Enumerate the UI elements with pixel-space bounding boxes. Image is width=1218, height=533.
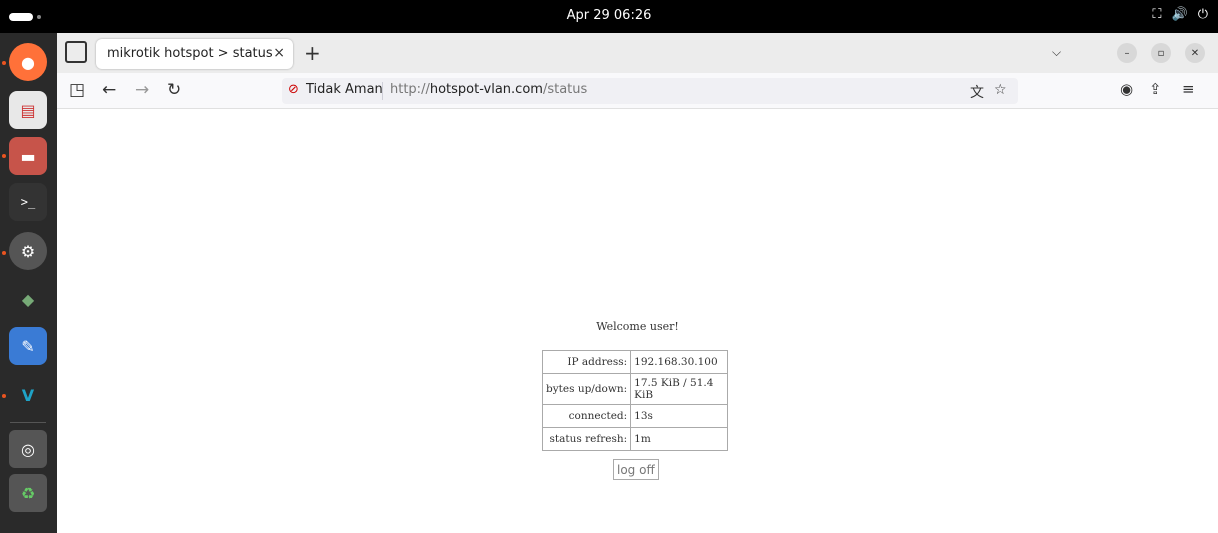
vscode-icon[interactable]: V (9, 376, 47, 414)
network-tool-icon[interactable]: ◆ (9, 280, 47, 318)
trash-icon[interactable]: ♻ (9, 474, 47, 512)
new-tab-button[interactable]: + (304, 41, 321, 65)
system-tray[interactable]: ⛶ 🔊 ⏻ (1152, 7, 1208, 22)
table-row: bytes up/down: 17.5 KiB / 51.4 KiB (541, 373, 729, 405)
url-scheme: http:// (390, 82, 430, 97)
settings-icon[interactable]: ⚙ (9, 232, 47, 270)
network-icon: ⛶ (1152, 7, 1162, 22)
row-value: 13s (630, 404, 729, 428)
running-indicator (2, 394, 6, 398)
firefox-icon[interactable]: ● (9, 43, 47, 81)
url-path: /status (542, 82, 588, 97)
row-label: bytes up/down: (541, 373, 632, 405)
translate-icon[interactable]: 文 (970, 82, 984, 102)
tab-active[interactable]: mikrotik hotspot > status × (96, 39, 293, 69)
dock: ● ▤ ▬ >_ ⚙ ◆ ✎ V ◎ ♻ (0, 33, 57, 533)
disk-icon[interactable]: ◎ (9, 430, 47, 468)
welcome-message: Welcome user! (596, 320, 679, 333)
page-content: Welcome user! IP address: 192.168.30.100… (57, 110, 1218, 533)
sidebar-toggle-icon[interactable]: ◳ (69, 80, 85, 100)
minimize-button[interactable]: – (1117, 43, 1137, 63)
power-icon: ⏻ (1197, 7, 1208, 22)
files-icon[interactable]: ▬ (9, 137, 47, 175)
row-label: status refresh: (541, 427, 632, 451)
row-value: 192.168.30.100 (630, 350, 729, 374)
url-host: hotspot-vlan.com (429, 82, 543, 97)
text-editor-icon[interactable]: ▤ (9, 91, 47, 129)
insecure-shield-icon[interactable]: ⊘ (288, 82, 299, 97)
clock[interactable]: Apr 29 06:26 (0, 8, 1218, 23)
close-window-button[interactable]: ✕ (1185, 43, 1205, 63)
url-text[interactable]: http://hotspot-vlan.com/status (390, 82, 587, 97)
navigation-bar: ◳ ← → ↻ ⊘ Tidak Aman http://hotspot-vlan… (57, 73, 1218, 109)
table-row: status refresh: 1m (541, 427, 729, 451)
tab-title: mikrotik hotspot > status (107, 46, 273, 61)
chevron-down-icon[interactable]: ⌵ (1052, 45, 1061, 60)
volume-icon: 🔊 (1171, 7, 1188, 22)
notes-icon[interactable]: ✎ (9, 327, 47, 365)
tab-list-icon[interactable] (65, 41, 87, 63)
account-icon[interactable]: ◉ (1120, 80, 1133, 98)
reload-button[interactable]: ↻ (167, 80, 181, 100)
running-indicator (2, 154, 6, 158)
table-row: IP address: 192.168.30.100 (541, 350, 729, 374)
row-value: 1m (630, 427, 729, 451)
tab-close-icon[interactable]: × (273, 45, 285, 61)
row-label: connected: (541, 404, 632, 428)
running-indicator (2, 61, 6, 65)
url-separator (382, 82, 383, 100)
system-top-bar: Apr 29 06:26 ⛶ 🔊 ⏻ (0, 0, 1218, 33)
row-value: 17.5 KiB / 51.4 KiB (630, 373, 729, 405)
back-button[interactable]: ← (102, 80, 116, 100)
running-indicator (2, 251, 6, 255)
browser-window: mikrotik hotspot > status × + ⌵ – ▫ ✕ ◳ … (57, 33, 1218, 533)
url-bar[interactable]: ⊘ Tidak Aman http://hotspot-vlan.com/sta… (282, 78, 1018, 104)
status-table: IP address: 192.168.30.100 bytes up/down… (541, 350, 729, 451)
menu-icon[interactable]: ≡ (1182, 80, 1195, 98)
security-label[interactable]: Tidak Aman (306, 82, 383, 97)
extensions-icon[interactable]: ⇪ (1149, 80, 1162, 98)
dock-separator (10, 422, 46, 423)
maximize-button[interactable]: ▫ (1151, 43, 1171, 63)
table-row: connected: 13s (541, 404, 729, 428)
tab-bar: mikrotik hotspot > status × + ⌵ – ▫ ✕ (57, 33, 1218, 73)
bookmark-star-icon[interactable]: ☆ (994, 82, 1007, 98)
terminal-icon[interactable]: >_ (9, 183, 47, 221)
forward-button[interactable]: → (135, 80, 149, 100)
log-off-button[interactable]: log off (613, 459, 659, 480)
row-label: IP address: (541, 350, 632, 374)
